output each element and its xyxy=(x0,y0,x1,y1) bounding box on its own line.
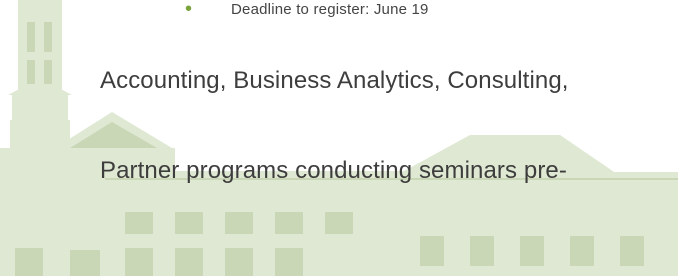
deadline-bullet-item: • Deadline to register: June 19 xyxy=(185,0,429,20)
slide-canvas: • Deadline to register: June 19 Accounti… xyxy=(0,0,678,276)
campus-building-watermark xyxy=(0,0,678,276)
deadline-text: Deadline to register: June 19 xyxy=(231,0,429,18)
bullet-dot-icon: • xyxy=(185,0,193,20)
partner-programs-text: Partner programs conducting seminars pre… xyxy=(100,157,567,184)
program-areas-text: Accounting, Business Analytics, Consulti… xyxy=(100,67,569,94)
